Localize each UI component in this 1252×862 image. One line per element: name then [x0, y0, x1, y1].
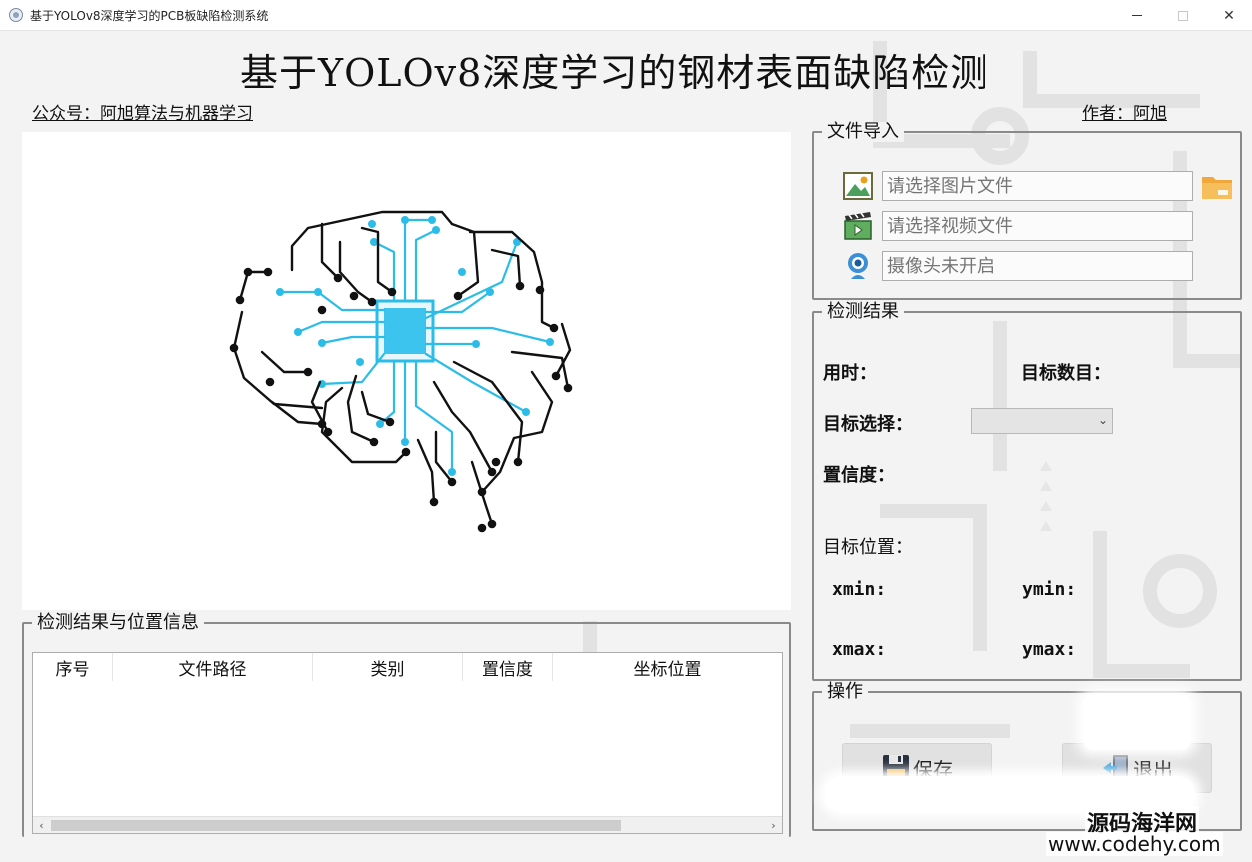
xmax-label: xmax: [832, 639, 887, 660]
column-header-coordinates[interactable]: 坐标位置 [553, 653, 782, 681]
file-import-group: 文件导入 [812, 122, 1242, 300]
scroll-right-icon[interactable]: › [765, 817, 782, 834]
confidence-label: 置信度： [823, 465, 895, 486]
column-header-file-path[interactable]: 文件路径 [113, 653, 313, 681]
minimize-button[interactable] [1114, 0, 1160, 31]
results-group: 检测结果与位置信息 序号 文件路径 类别 置信度 坐标位置 ‹ › [22, 613, 791, 837]
window-title: 基于YOLOv8深度学习的PCB板缺陷检测系统 [30, 9, 269, 23]
image-file-input[interactable] [882, 171, 1193, 201]
table-header: 序号 文件路径 类别 置信度 坐标位置 [33, 653, 782, 681]
column-header-index[interactable]: 序号 [33, 653, 113, 681]
video-file-row [842, 211, 1193, 241]
operations-group-title: 操作 [822, 682, 868, 702]
xmin-label: xmin: [832, 579, 887, 600]
watermark-mask [1083, 694, 1191, 750]
window-titlebar: 基于YOLOv8深度学习的PCB板缺陷检测系统 ✕ [0, 0, 1252, 31]
file-import-title: 文件导入 [822, 122, 904, 142]
target-select-label: 目标选择： [823, 414, 913, 435]
close-button[interactable]: ✕ [1206, 0, 1252, 31]
image-file-icon[interactable] [842, 171, 874, 201]
target-select-dropdown[interactable]: ⌄ [971, 408, 1113, 434]
close-icon: ✕ [1223, 7, 1235, 24]
camera-status-input[interactable] [882, 251, 1193, 281]
time-label: 用时： [823, 363, 877, 384]
brain-circuit-logo [229, 210, 573, 533]
ymin-label: ymin: [1022, 579, 1077, 600]
minimize-icon [1132, 15, 1142, 16]
image-file-row [842, 171, 1193, 201]
app-icon [9, 8, 23, 22]
page-title: 基于YOLOv8深度学习的钢材表面缺陷检测系统 [240, 51, 985, 92]
results-group-title: 检测结果与位置信息 [32, 613, 204, 633]
detection-group-title: 检测结果 [822, 302, 904, 322]
camera-row [842, 251, 1193, 281]
chevron-down-icon: ⌄ [1097, 413, 1108, 427]
target-count-label: 目标数目： [1021, 363, 1111, 384]
author-caption: 作者：阿旭 [1082, 104, 1167, 124]
column-header-class[interactable]: 类别 [313, 653, 463, 681]
scrollbar-thumb[interactable] [51, 820, 621, 831]
watermark-url: www.codehy.com [1046, 832, 1223, 856]
wechat-account-caption: 公众号：阿旭算法与机器学习 [32, 104, 253, 124]
video-file-input[interactable] [882, 211, 1193, 241]
maximize-icon [1178, 10, 1188, 21]
horizontal-scrollbar[interactable]: ‹ › [33, 816, 782, 833]
image-display [22, 132, 791, 610]
maximize-button[interactable] [1160, 0, 1206, 31]
column-header-confidence[interactable]: 置信度 [463, 653, 553, 681]
target-position-label: 目标位置： [823, 537, 913, 558]
webcam-icon[interactable] [842, 251, 874, 281]
detection-group: 检测结果 用时： 目标数目： 目标选择： ⌄ 置信度： 目标位置： xmin: … [812, 302, 1242, 681]
folder-icon[interactable] [1201, 171, 1233, 201]
ymax-label: ymax: [1022, 639, 1077, 660]
scroll-left-icon[interactable]: ‹ [33, 817, 50, 834]
video-file-icon[interactable] [842, 211, 874, 241]
results-table[interactable]: 序号 文件路径 类别 置信度 坐标位置 ‹ › [32, 652, 783, 834]
